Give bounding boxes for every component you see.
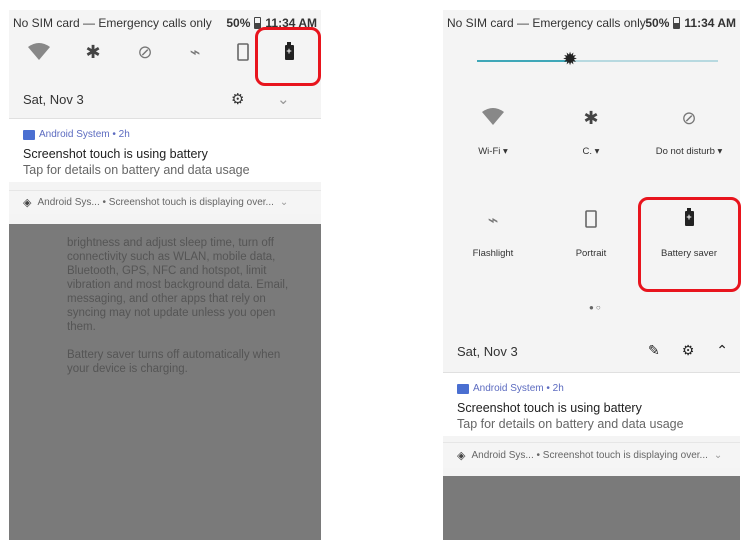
date-row: Sat, Nov 3 ⚙ ⌄	[9, 84, 321, 114]
settings-gear-icon[interactable]: ⚙	[682, 343, 695, 359]
tile-label: C. ▾	[582, 146, 600, 157]
expand-chevron-icon[interactable]: ⌄	[280, 197, 288, 208]
battery-notification[interactable]: Android System • 2h Screenshot touch is …	[9, 118, 321, 182]
bluetooth-icon: ✱	[583, 108, 599, 129]
tile-bluetooth[interactable]: ✱ C. ▾	[546, 108, 636, 168]
bluetooth-icon[interactable]: ✱	[81, 40, 105, 64]
notification-app-line: Android System • 2h	[23, 129, 130, 140]
dimmed-background	[443, 476, 740, 540]
background-paragraph-2: Battery saver turns off automatically wh…	[67, 349, 281, 375]
do-not-disturb-icon[interactable]: ⊘	[133, 40, 157, 64]
chevron-down-icon[interactable]: ⌄	[277, 90, 290, 108]
tile-wifi[interactable]: Wi-Fi ▾	[448, 108, 538, 168]
tile-label: Portrait	[575, 248, 607, 259]
battery-status-icon	[673, 17, 681, 29]
android-system-icon	[23, 129, 35, 140]
android-system-small-icon: ◈	[23, 196, 32, 209]
battery-percent: 50%	[226, 16, 251, 30]
portrait-icon	[546, 210, 636, 233]
carrier-text: No SIM card — Emergency calls only	[13, 16, 212, 30]
tile-flashlight[interactable]: ⌁ Flashlight	[448, 210, 538, 270]
android-system-icon	[457, 383, 469, 394]
settings-gear-icon[interactable]: ⚙	[231, 90, 244, 108]
background-paragraph-1: brightness and adjust sleep time, turn o…	[67, 237, 289, 333]
overlay-notification-text: Android Sys... • Screenshot touch is dis…	[471, 450, 708, 461]
tile-portrait[interactable]: Portrait	[546, 210, 636, 270]
brightness-icon[interactable]: ✹	[560, 50, 580, 70]
portrait-icon[interactable]	[231, 40, 255, 64]
overlay-notification[interactable]: ◈ Android Sys... • Screenshot touch is d…	[9, 190, 321, 214]
notification-text: Tap for details on battery and data usag…	[457, 417, 684, 431]
flashlight-icon[interactable]: ⌁	[183, 40, 207, 64]
clock: 11:34 AM	[684, 16, 736, 30]
flashlight-icon: ⌁	[487, 210, 499, 231]
overlay-notification[interactable]: ◈ Android Sys... • Screenshot touch is d…	[443, 442, 740, 468]
battery-saver-highlight-box	[255, 27, 321, 86]
dimmed-background: brightness and adjust sleep time, turn o…	[9, 224, 321, 540]
edit-pencil-icon[interactable]: ✎	[648, 343, 660, 359]
date-row: Sat, Nov 3 ✎ ⚙ ⌃	[443, 336, 740, 366]
wifi-icon	[448, 108, 538, 131]
date-label: Sat, Nov 3	[23, 91, 84, 107]
tile-label: Flashlight	[472, 248, 514, 259]
tile-label: Wi-Fi ▾	[478, 146, 508, 157]
do-not-disturb-icon: ⊘	[681, 108, 697, 129]
battery-saver-tile-highlight-box	[638, 197, 741, 292]
expand-chevron-icon[interactable]: ⌄	[714, 450, 722, 461]
carrier-text: No SIM card — Emergency calls only	[447, 16, 646, 30]
android-system-small-icon: ◈	[457, 449, 466, 462]
notification-title: Screenshot touch is using battery	[23, 147, 208, 161]
overlay-notification-text: Android Sys... • Screenshot touch is dis…	[37, 197, 274, 208]
status-bar: No SIM card — Emergency calls only 50% 1…	[443, 10, 740, 36]
notification-text: Tap for details on battery and data usag…	[23, 163, 250, 177]
notification-title: Screenshot touch is using battery	[457, 401, 642, 415]
tile-label: Do not disturb ▾	[655, 146, 723, 157]
wifi-icon[interactable]	[27, 40, 51, 64]
brightness-slider[interactable]	[477, 60, 718, 62]
chevron-up-icon[interactable]: ⌃	[716, 343, 728, 359]
left-notification-shade: No SIM card — Emergency calls only 50% 1…	[9, 10, 321, 540]
battery-notification[interactable]: Android System • 2h Screenshot touch is …	[443, 372, 740, 436]
notification-app-name: Android System • 2h	[39, 129, 130, 140]
notification-app-name: Android System • 2h	[473, 383, 564, 394]
page-indicator: ●○	[589, 303, 603, 312]
notification-app-line: Android System • 2h	[457, 383, 564, 394]
tile-do-not-disturb[interactable]: ⊘ Do not disturb ▾	[644, 108, 734, 168]
date-label: Sat, Nov 3	[457, 343, 518, 359]
battery-percent: 50%	[645, 16, 670, 30]
background-battery-saver-text: brightness and adjust sleep time, turn o…	[67, 236, 297, 390]
